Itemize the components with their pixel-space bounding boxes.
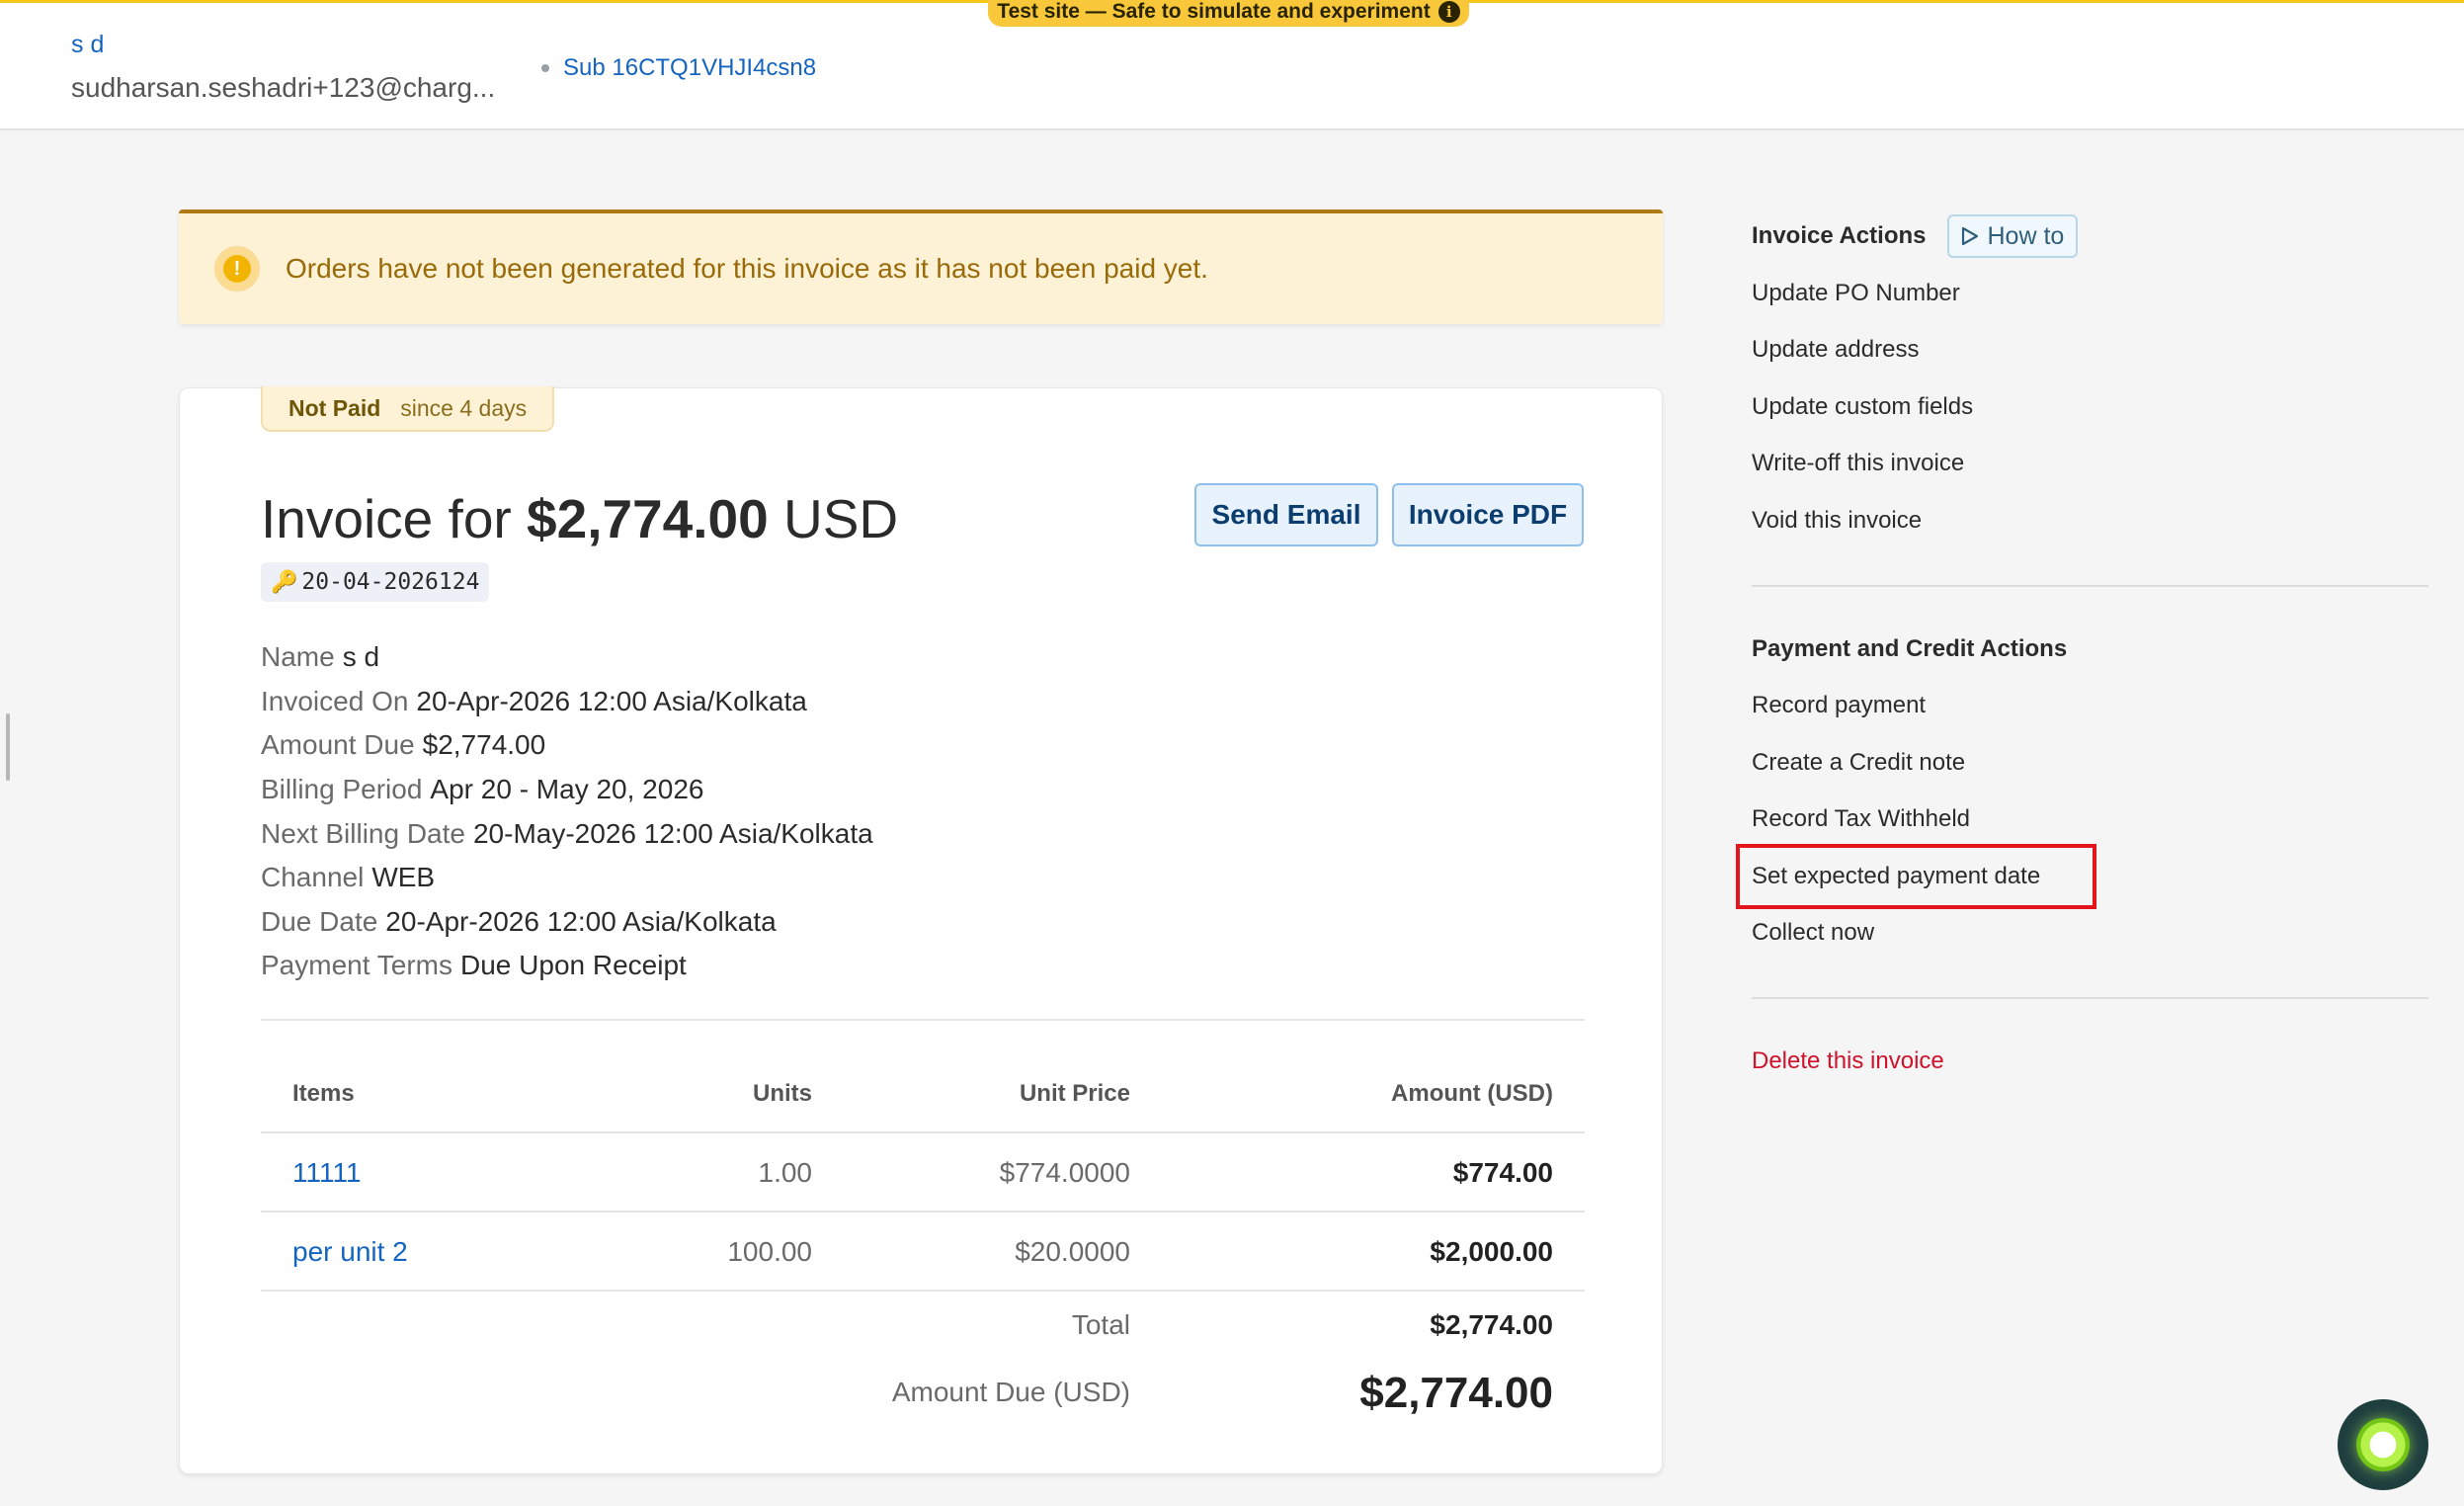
status-text: Not Paid bbox=[288, 394, 381, 421]
items-divider bbox=[261, 1290, 1585, 1292]
col-unit-price: Unit Price bbox=[1019, 1080, 1130, 1107]
col-amount: Amount (USD) bbox=[1391, 1080, 1553, 1107]
detail-name: Name s d bbox=[261, 641, 380, 673]
detail-next-billing-date: Next Billing Date 20-May-2026 12:00 Asia… bbox=[261, 817, 873, 849]
item-amount: $2,000.00 bbox=[1430, 1236, 1553, 1267]
record-tax-withheld-action[interactable]: Record Tax Withheld bbox=[1752, 792, 2428, 849]
invoice-title: Invoice for $2,774.00 USD bbox=[261, 488, 899, 549]
top-header: Test site — Safe to simulate and experim… bbox=[0, 0, 2464, 130]
chat-widget-icon bbox=[2356, 1418, 2410, 1471]
total-label: Total bbox=[1071, 1309, 1130, 1340]
invoice-currency: USD bbox=[782, 488, 899, 549]
warning-icon: ! bbox=[214, 246, 260, 292]
set-expected-payment-date-action[interactable]: Set expected payment date bbox=[1736, 844, 2096, 909]
bullet-icon bbox=[541, 64, 549, 72]
status-since: since 4 days bbox=[400, 394, 528, 421]
update-po-number-action[interactable]: Update PO Number bbox=[1752, 265, 2428, 322]
item-amount: $774.00 bbox=[1452, 1157, 1553, 1188]
amount-due-label: Amount Due (USD) bbox=[891, 1377, 1130, 1407]
test-site-banner: Test site — Safe to simulate and experim… bbox=[988, 0, 1469, 27]
update-custom-fields-action[interactable]: Update custom fields bbox=[1752, 378, 2428, 436]
payment-actions-heading: Payment and Credit Actions bbox=[1752, 634, 2068, 662]
total-value: $2,774.00 bbox=[1430, 1309, 1553, 1340]
delete-invoice-action[interactable]: Delete this invoice bbox=[1752, 1033, 2428, 1090]
orders-warning-banner: ! Orders have not been generated for thi… bbox=[179, 209, 1663, 324]
invoice-card: Not Paid since 4 days Invoice for $2,774… bbox=[179, 386, 1663, 1474]
invoice-actions-heading: Invoice Actions How to bbox=[1752, 208, 2428, 265]
invoice-amount: $2,774.00 bbox=[527, 488, 769, 549]
detail-payment-terms: Payment Terms Due Upon Receipt bbox=[261, 950, 687, 981]
subscription-link[interactable]: Sub 16CTQ1VHJI4csn8 bbox=[563, 54, 816, 82]
total-row: Total $2,774.00 bbox=[261, 1309, 1585, 1369]
key-icon: 🔑 bbox=[271, 569, 298, 595]
collect-now-action[interactable]: Collect now bbox=[1752, 905, 2428, 962]
item-name-link[interactable]: per unit 2 bbox=[292, 1236, 408, 1268]
subscription-breadcrumb[interactable]: Sub 16CTQ1VHJI4csn8 bbox=[541, 54, 816, 82]
item-units: 100.00 bbox=[727, 1236, 812, 1267]
detail-amount-due: Amount Due $2,774.00 bbox=[261, 729, 546, 761]
customer-name-link[interactable]: s d bbox=[71, 31, 104, 59]
amount-due-row: Amount Due (USD) $2,774.00 bbox=[261, 1369, 1585, 1436]
item-units: 1.00 bbox=[758, 1157, 813, 1188]
status-badge: Not Paid since 4 days bbox=[261, 386, 555, 432]
create-credit-note-action[interactable]: Create a Credit note bbox=[1752, 734, 2428, 792]
chat-widget-button[interactable] bbox=[2338, 1399, 2428, 1490]
info-icon[interactable]: i bbox=[1437, 1, 1460, 23]
invoice-number-chip[interactable]: 🔑 20-04-2026124 bbox=[261, 562, 490, 602]
void-invoice-action[interactable]: Void this invoice bbox=[1752, 492, 2428, 549]
invoice-number: 20-04-2026124 bbox=[301, 569, 480, 595]
invoice-pdf-button[interactable]: Invoice PDF bbox=[1392, 483, 1584, 546]
actions-divider bbox=[1752, 584, 2428, 587]
send-email-button[interactable]: Send Email bbox=[1194, 483, 1378, 546]
item-name-link[interactable]: 11111 bbox=[292, 1157, 362, 1189]
detail-invoiced-on: Invoiced On 20-Apr-2026 12:00 Asia/Kolka… bbox=[261, 685, 807, 716]
detail-channel: Channel WEB bbox=[261, 862, 436, 893]
update-address-action[interactable]: Update address bbox=[1752, 322, 2428, 379]
sidebar-resize-handle[interactable] bbox=[6, 713, 10, 781]
item-unit-price: $20.0000 bbox=[1015, 1236, 1130, 1267]
detail-billing-period: Billing Period Apr 20 - May 20, 2026 bbox=[261, 774, 704, 805]
amount-due-value: $2,774.00 bbox=[1359, 1369, 1553, 1417]
write-off-invoice-action[interactable]: Write-off this invoice bbox=[1752, 436, 2428, 493]
detail-due-date: Due Date 20-Apr-2026 12:00 Asia/Kolkata bbox=[261, 905, 777, 937]
record-payment-action[interactable]: Record payment bbox=[1752, 678, 2428, 735]
warning-message: Orders have not been generated for this … bbox=[286, 253, 1208, 284]
play-icon bbox=[1962, 226, 1979, 246]
actions-divider bbox=[1752, 997, 2428, 999]
item-unit-price: $774.0000 bbox=[999, 1157, 1130, 1188]
col-items: Items bbox=[292, 1080, 355, 1107]
table-row: 11111 1.00 $774.0000 $774.00 bbox=[261, 1131, 1585, 1211]
how-to-button[interactable]: How to bbox=[1947, 214, 2079, 258]
items-table-header: Items Units Unit Price Amount (USD) bbox=[261, 1070, 1585, 1124]
customer-email: sudharsan.seshadri+123@charg... bbox=[71, 72, 496, 103]
test-site-label: Test site — Safe to simulate and experim… bbox=[997, 0, 1431, 23]
details-divider bbox=[261, 1019, 1585, 1021]
actions-panel: Invoice Actions How to Update PO Number … bbox=[1736, 208, 2428, 1090]
col-units: Units bbox=[753, 1080, 812, 1107]
table-row: per unit 2 100.00 $20.0000 $2,000.00 bbox=[261, 1211, 1585, 1290]
invoice-details: Name s d Invoiced On 20-Apr-2026 12:00 A… bbox=[261, 635, 873, 988]
